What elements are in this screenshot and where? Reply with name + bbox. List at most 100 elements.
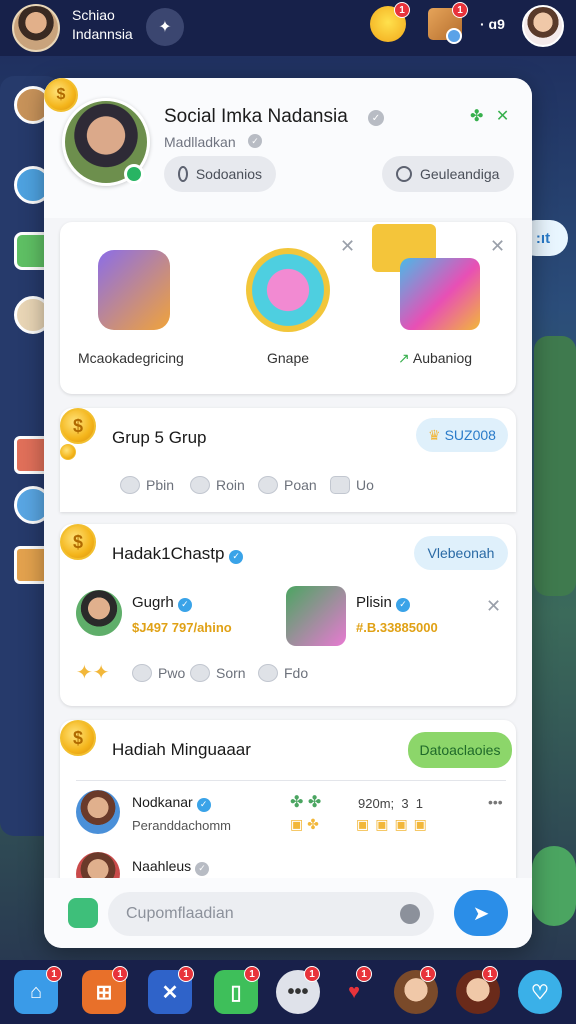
- bottom-dock: ⌂ 1 ⊞ 1 ✕ 1 ▯ 1 ••• 1 ♥ 1 1 1 ♡: [0, 960, 576, 1024]
- shield-icon[interactable]: ♡: [518, 970, 562, 1014]
- notification-badge: 1: [482, 966, 498, 982]
- clover-icon: ✤ ✤: [290, 794, 322, 811]
- message-input[interactable]: Cupomflaadian: [108, 892, 434, 936]
- user-name-text: Plisin: [356, 594, 392, 611]
- close-icon[interactable]: ✕: [340, 236, 355, 257]
- action-fdo[interactable]: Fdo: [258, 664, 308, 682]
- arrow-icon: ↗: [398, 350, 410, 366]
- tile-label: ↗ Aubaniog: [398, 350, 472, 367]
- chat-bubble-icon: [120, 476, 140, 494]
- character-icon[interactable]: [98, 250, 170, 330]
- notification-badge: 1: [356, 966, 372, 982]
- reward-title: Hadak1Chastp ✓: [112, 544, 244, 564]
- user-avatar[interactable]: [522, 5, 564, 47]
- profile-name: Social Imka Nadansia: [164, 106, 348, 127]
- app-title-line1: Schiao: [72, 7, 115, 23]
- chat-bubble-icon: [258, 664, 278, 682]
- group-card: $ Grup 5 Grup ♛ SUZ008 Pbin Roin Poan Uo: [60, 408, 516, 512]
- tile-label-text: Aubaniog: [412, 350, 473, 366]
- chat-bubble-icon: [190, 664, 210, 682]
- coin-icon: $: [60, 720, 96, 756]
- weekly-chip[interactable]: Datoaclaoies: [408, 732, 512, 768]
- action-label: Poan: [284, 477, 317, 493]
- location-icon[interactable]: [400, 904, 420, 924]
- coin-stack-icon: ▣ ✤: [290, 816, 319, 832]
- user-name: Gugrh ✓: [132, 594, 192, 612]
- coin-icon: $: [60, 524, 96, 560]
- user-value: $J497 797/ahino: [132, 620, 232, 635]
- counter-text: · ɑ9: [480, 16, 505, 32]
- search-icon: [178, 166, 188, 182]
- row-name-text: Naahleus: [132, 858, 192, 874]
- verified-icon: ✓: [196, 797, 211, 812]
- verified-icon: ✓: [195, 861, 210, 876]
- action-label: Roin: [216, 477, 245, 493]
- bg-right-field: [534, 336, 576, 596]
- add-button[interactable]: ✦: [146, 8, 184, 46]
- profile-header: Social Imka Nadansia ✓ Madlladkan ✓ ✤ ✕ …: [44, 78, 532, 218]
- emoji-icon: [330, 476, 350, 494]
- notification-badge: 1: [420, 966, 436, 982]
- verified-icon: ✓: [368, 110, 384, 126]
- action-uo[interactable]: Uo: [330, 476, 374, 494]
- send-button[interactable]: ➤: [454, 890, 508, 936]
- reward-chip[interactable]: Vlebeonah: [414, 536, 508, 570]
- close-icon[interactable]: ✕: [496, 108, 509, 125]
- gift-box-icon[interactable]: [400, 258, 480, 330]
- coin-icon[interactable]: $: [44, 78, 78, 112]
- message-placeholder: Cupomflaadian: [126, 905, 234, 922]
- group-photo[interactable]: [286, 586, 346, 646]
- action-label: Uo: [356, 477, 374, 493]
- action-poan[interactable]: Poan: [258, 476, 317, 494]
- notification-badge: 1: [46, 966, 62, 982]
- verified-icon: ✓: [396, 597, 411, 612]
- weekly-title: Hadiah Minguaaar: [112, 740, 251, 759]
- chat-bubble-icon: [258, 476, 278, 494]
- user-name-text: Gugrh: [132, 594, 174, 611]
- row-sub: Peranddachomm: [132, 818, 231, 833]
- verified-icon: ✓: [229, 549, 244, 564]
- row-stats: 920m; 3 1: [358, 796, 424, 811]
- user-avatar[interactable]: [76, 590, 122, 636]
- online-status-icon: [124, 164, 144, 184]
- more-icon[interactable]: •••: [488, 794, 503, 810]
- reward-card: $ Hadak1Chastp ✓ Vlebeonah Gugrh ✓ $J497…: [60, 524, 516, 706]
- close-icon[interactable]: ✕: [490, 236, 505, 257]
- user-avatar[interactable]: [76, 790, 120, 834]
- notification-badge: 1: [244, 966, 260, 982]
- notification-badge: 1: [394, 2, 410, 18]
- search-pill[interactable]: Sodoanios: [164, 156, 276, 192]
- notification-badge: 1: [304, 966, 320, 982]
- action-pbin[interactable]: Pbin: [120, 476, 174, 494]
- clover-icon[interactable]: ✤: [470, 108, 483, 125]
- group-title: Grup 5 Grup: [112, 428, 207, 447]
- action-pwo[interactable]: Pwo: [132, 664, 185, 682]
- message-composer: Cupomflaadian ➤: [44, 878, 532, 948]
- top-avatar[interactable]: [12, 4, 60, 52]
- row-name-text: Nodkanar: [132, 794, 193, 810]
- action-label: Sorn: [216, 665, 246, 681]
- attach-icon[interactable]: [68, 898, 98, 928]
- group-chip[interactable]: ♛ SUZ008: [416, 418, 508, 452]
- action-sorn[interactable]: Sorn: [190, 664, 246, 682]
- status-dot-icon: [446, 28, 462, 44]
- profile-subtitle: Madlladkan: [164, 134, 236, 150]
- secondary-pill[interactable]: Geuleandiga: [382, 156, 514, 192]
- notification-badge: 1: [112, 966, 128, 982]
- close-icon[interactable]: ✕: [486, 596, 501, 617]
- divider: [76, 780, 506, 781]
- bg-right-button: [532, 846, 576, 926]
- app-title: Schiao Indannsia: [72, 6, 133, 44]
- tile-label: Gnape: [267, 350, 310, 366]
- action-label: Fdo: [284, 665, 309, 681]
- action-label: Pwo: [158, 665, 186, 681]
- game-orb-icon[interactable]: [246, 248, 330, 332]
- secondary-pill-label: Geuleandiga: [420, 166, 500, 182]
- notification-badge: 1: [452, 2, 468, 18]
- coin-small-icon: [60, 444, 76, 460]
- coin-icon: $: [60, 408, 96, 444]
- group-chip-label: SUZ008: [444, 427, 496, 443]
- action-roin[interactable]: Roin: [190, 476, 245, 494]
- reward-title-text: Hadak1Chastp: [112, 544, 225, 563]
- chat-bubble-icon: [190, 476, 210, 494]
